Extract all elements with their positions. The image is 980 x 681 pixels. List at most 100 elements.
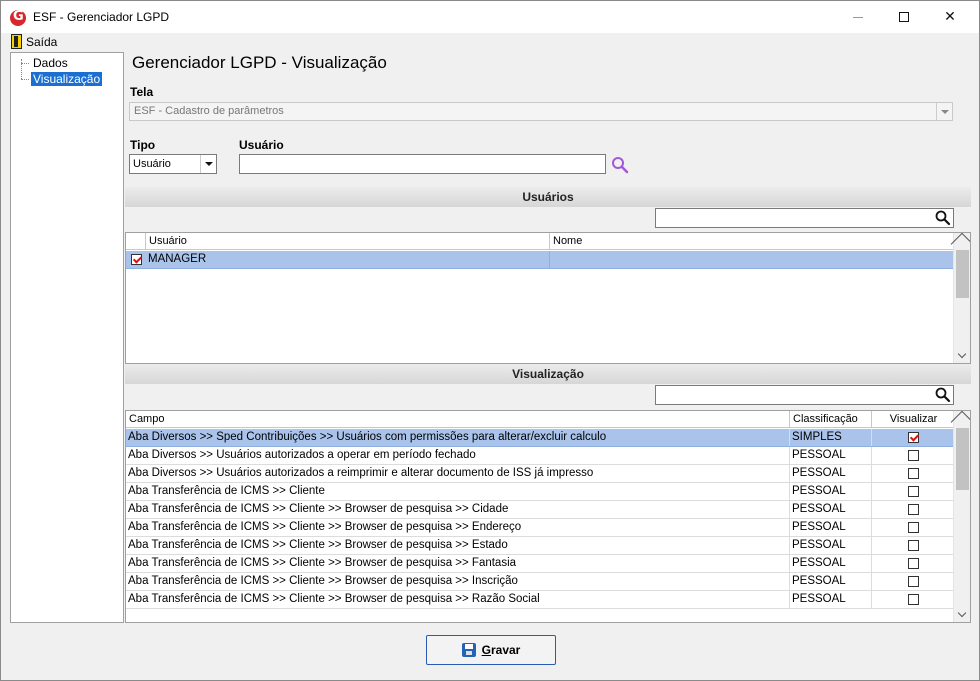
table-row[interactable]: Aba Transferência de ICMS >> Cliente PESS…	[126, 483, 955, 501]
nome-cell	[550, 251, 955, 268]
view-section-header: Visualização	[125, 364, 971, 384]
menu-exit[interactable]: Saída	[11, 34, 57, 49]
view-grid-scrollbar[interactable]	[950, 411, 970, 622]
tree-item-dados[interactable]: Dados	[31, 56, 70, 70]
users-section-header: Usuários	[125, 187, 971, 207]
scrollbar-thumb[interactable]	[956, 428, 969, 490]
classificacao-cell: PESSOAL	[790, 447, 872, 464]
visualizar-checkbox[interactable]	[908, 504, 919, 515]
visualizar-checkbox[interactable]	[908, 432, 919, 443]
scroll-up-icon[interactable]	[950, 411, 970, 434]
close-icon: ✕	[944, 9, 956, 25]
visualizar-checkbox[interactable]	[908, 576, 919, 587]
table-row[interactable]: Aba Transferência de ICMS >> Cliente >> …	[126, 555, 955, 573]
chevron-down-icon[interactable]	[200, 155, 216, 173]
visualizar-checkbox[interactable]	[908, 450, 919, 461]
minimize-icon	[853, 16, 863, 18]
view-grid: Campo Classificação Visualizar Aba Diver…	[125, 410, 971, 623]
campo-cell: Aba Transferência de ICMS >> Cliente >> …	[126, 555, 790, 572]
menu-bar: Saída	[1, 33, 979, 51]
visualizar-cell	[872, 465, 955, 482]
view-filter-input[interactable]	[655, 385, 954, 405]
scroll-down-icon[interactable]	[954, 606, 970, 622]
classificacao-cell: PESSOAL	[790, 537, 872, 554]
table-row[interactable]: Aba Transferência de ICMS >> Cliente >> …	[126, 573, 955, 591]
close-button[interactable]: ✕	[927, 1, 973, 33]
title-bar: ESF - Gerenciador LGPD ✕	[1, 1, 979, 33]
column-header-visualizar[interactable]: Visualizar	[872, 411, 955, 428]
table-row[interactable]: Aba Diversos >> Usuários autorizados a o…	[126, 447, 955, 465]
app-logo-icon	[10, 9, 26, 26]
tree-item-visualizacao[interactable]: Visualização	[31, 72, 103, 86]
column-header-usuario[interactable]: Usuário	[146, 233, 550, 250]
visualizar-checkbox[interactable]	[908, 468, 919, 479]
column-header-nome[interactable]: Nome	[550, 233, 955, 250]
column-header-campo[interactable]: Campo	[126, 411, 790, 428]
search-icon[interactable]	[611, 156, 629, 174]
classificacao-cell: PESSOAL	[790, 465, 872, 482]
usuario-cell: MANAGER	[146, 251, 550, 268]
window-title: ESF - Gerenciador LGPD	[33, 10, 170, 24]
table-row[interactable]: Aba Transferência de ICMS >> Cliente >> …	[126, 519, 955, 537]
view-grid-header: Campo Classificação Visualizar	[126, 411, 955, 428]
table-row[interactable]: MANAGER	[126, 251, 955, 269]
usuario-label: Usuário	[239, 138, 284, 152]
scroll-down-icon[interactable]	[954, 347, 970, 363]
table-row[interactable]: Aba Transferência de ICMS >> Cliente >> …	[126, 537, 955, 555]
classificacao-cell: PESSOAL	[790, 483, 872, 500]
tipo-select-value: Usuário	[133, 158, 171, 170]
tree-connector	[21, 79, 29, 80]
row-checkbox[interactable]	[131, 254, 142, 265]
visualizar-cell	[872, 519, 955, 536]
campo-cell: Aba Transferência de ICMS >> Cliente	[126, 483, 790, 500]
floppy-disk-icon	[461, 643, 476, 657]
column-header-classificacao[interactable]: Classificação	[790, 411, 872, 428]
usuario-input[interactable]	[239, 154, 606, 174]
scroll-up-icon[interactable]	[950, 233, 970, 256]
table-row[interactable]: Aba Diversos >> Usuários autorizados a r…	[126, 465, 955, 483]
minimize-button[interactable]	[835, 1, 881, 33]
campo-cell: Aba Diversos >> Usuários autorizados a r…	[126, 465, 790, 482]
campo-cell: Aba Transferência de ICMS >> Cliente >> …	[126, 573, 790, 590]
scrollbar-thumb[interactable]	[956, 250, 969, 298]
table-row[interactable]: Aba Diversos >> Sped Contribuições >> Us…	[126, 429, 955, 447]
classificacao-cell: PESSOAL	[790, 573, 872, 590]
visualizar-cell	[872, 447, 955, 464]
visualizar-checkbox[interactable]	[908, 486, 919, 497]
visualizar-cell	[872, 483, 955, 500]
visualizar-cell	[872, 429, 955, 446]
visualizar-checkbox[interactable]	[908, 540, 919, 551]
save-button[interactable]: Gravar	[426, 635, 556, 665]
campo-cell: Aba Diversos >> Usuários autorizados a o…	[126, 447, 790, 464]
visualizar-cell	[872, 573, 955, 590]
visualizar-cell	[872, 591, 955, 608]
search-icon[interactable]	[935, 387, 951, 403]
tela-select-value: ESF - Cadastro de parâmetros	[134, 105, 284, 117]
search-icon[interactable]	[935, 210, 951, 226]
visualizar-cell	[872, 537, 955, 554]
chevron-down-icon	[936, 103, 952, 120]
classificacao-cell: PESSOAL	[790, 519, 872, 536]
tela-label: Tela	[130, 85, 154, 99]
app-window: ESF - Gerenciador LGPD ✕ Saída Dados Vis…	[0, 0, 980, 681]
table-row[interactable]: Aba Transferência de ICMS >> Cliente >> …	[126, 591, 955, 609]
tipo-select[interactable]: Usuário	[129, 154, 217, 174]
tree-connector	[21, 63, 29, 64]
campo-cell: Aba Diversos >> Sped Contribuições >> Us…	[126, 429, 790, 446]
campo-cell: Aba Transferência de ICMS >> Cliente >> …	[126, 501, 790, 518]
save-button-label: Gravar	[481, 643, 521, 657]
users-filter-input[interactable]	[655, 208, 954, 228]
maximize-button[interactable]	[881, 1, 927, 33]
campo-cell: Aba Transferência de ICMS >> Cliente >> …	[126, 591, 790, 608]
users-grid-scrollbar[interactable]	[950, 233, 970, 363]
tipo-label: Tipo	[130, 138, 156, 152]
visualizar-checkbox[interactable]	[908, 558, 919, 569]
visualizar-checkbox[interactable]	[908, 594, 919, 605]
classificacao-cell: PESSOAL	[790, 591, 872, 608]
visualizar-checkbox[interactable]	[908, 522, 919, 533]
table-row[interactable]: Aba Transferência de ICMS >> Cliente >> …	[126, 501, 955, 519]
users-grid: Usuário Nome MANAGER	[125, 232, 971, 364]
exit-door-icon	[11, 34, 22, 49]
classificacao-cell: SIMPLES	[790, 429, 872, 446]
tree-connector	[21, 59, 22, 79]
